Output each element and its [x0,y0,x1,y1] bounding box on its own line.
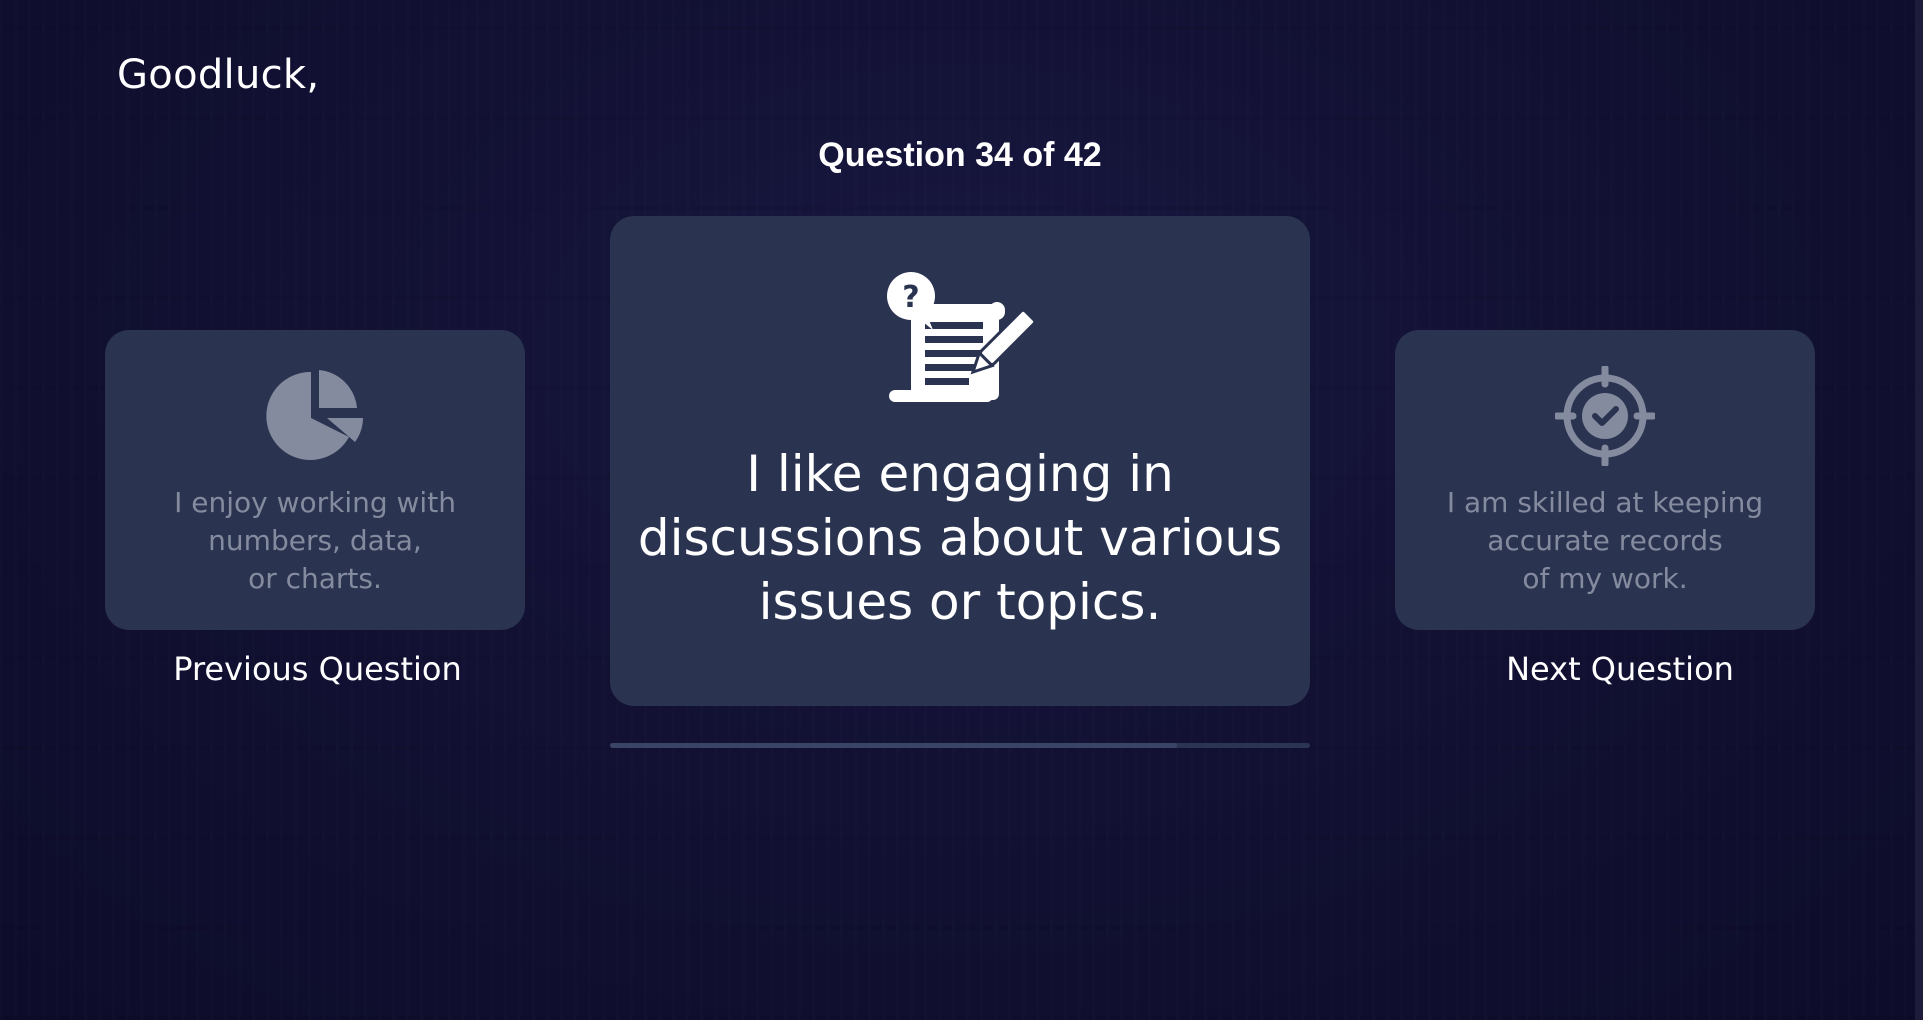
questionnaire-icon: ? [885,272,1037,416]
next-question-button[interactable]: Next Question [1395,650,1845,688]
svg-text:?: ? [902,280,919,315]
next-question-card[interactable]: I am skilled at keeping accurate records… [1395,330,1815,630]
current-question-card: ? I like engaging in discussions about v… [610,216,1310,706]
target-check-icon [1553,364,1657,470]
progress-bar [610,743,1310,748]
current-question-text: I like engaging in discussions about var… [637,445,1283,631]
previous-question-card[interactable]: I enjoy working with numbers, data, or c… [105,330,525,630]
greeting-text: Goodluck, [117,52,320,98]
previous-question-button[interactable]: Previous Question [105,650,530,688]
progress-bar-fill [610,743,1177,748]
question-counter: Question 34 of 42 [818,136,1102,174]
pie-chart-icon [265,366,365,470]
previous-question-text: I enjoy working with numbers, data, or c… [174,486,456,595]
page-edge [1915,0,1923,1020]
next-question-text: I am skilled at keeping accurate records… [1446,486,1764,595]
